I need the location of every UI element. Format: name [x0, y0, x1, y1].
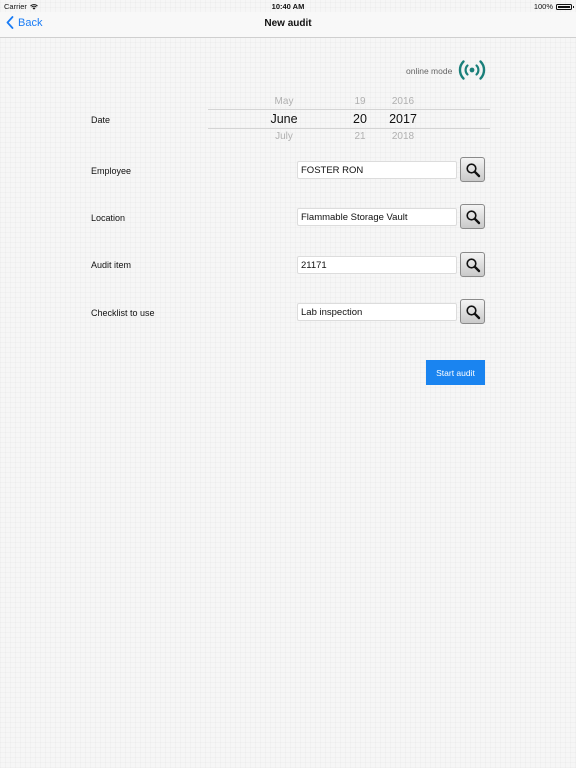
picker-year-next[interactable]: 2018: [386, 131, 420, 142]
magnifier-icon: [465, 209, 480, 224]
battery-icon: [556, 3, 574, 10]
start-audit-button[interactable]: Start audit: [426, 360, 485, 385]
audit-item-label: Audit item: [91, 260, 132, 270]
magnifier-icon: [465, 257, 480, 272]
checklist-search-button[interactable]: [460, 299, 485, 324]
date-label: Date: [91, 115, 111, 125]
audit-item-field[interactable]: 21171: [297, 256, 457, 274]
location-search-button[interactable]: [460, 204, 485, 229]
employee-field[interactable]: FOSTER RON: [297, 161, 457, 179]
checklist-label: Checklist to use: [91, 308, 155, 318]
clock: 10:40 AM: [271, 2, 305, 11]
picker-year-selected[interactable]: 2017: [386, 112, 420, 126]
picker-year-prev[interactable]: 2016: [386, 96, 420, 107]
location-label: Location: [91, 213, 126, 223]
checklist-field[interactable]: Lab inspection: [297, 303, 457, 321]
picker-day-prev[interactable]: 19: [348, 96, 372, 107]
date-picker[interactable]: May June July 19 20 21 2016 2017 2018: [208, 93, 490, 143]
battery-group: 100%: [533, 2, 574, 11]
picker-month-prev[interactable]: May: [258, 96, 310, 107]
employee-search-button[interactable]: [460, 157, 485, 182]
battery-percent: 100%: [533, 2, 553, 11]
broadcast-signal-icon: [458, 60, 486, 80]
picker-selection-top-line: [208, 109, 490, 110]
connection-label: online mode: [406, 66, 453, 76]
picker-day-selected[interactable]: 20: [348, 112, 372, 126]
employee-label: Employee: [91, 166, 132, 176]
navigation-bar: Back New audit: [0, 12, 576, 38]
picker-selection-bottom-line: [208, 128, 490, 129]
magnifier-icon: [465, 304, 480, 319]
page-title: New audit: [264, 18, 312, 29]
picker-day-next[interactable]: 21: [348, 131, 372, 142]
location-field[interactable]: Flammable Storage Vault: [297, 208, 457, 226]
status-bar: Carrier 10:40 AM 100%: [0, 0, 576, 12]
picker-month-selected[interactable]: June: [258, 112, 310, 126]
magnifier-icon: [465, 162, 480, 177]
audit-item-search-button[interactable]: [460, 252, 485, 277]
picker-month-next[interactable]: July: [258, 131, 310, 142]
